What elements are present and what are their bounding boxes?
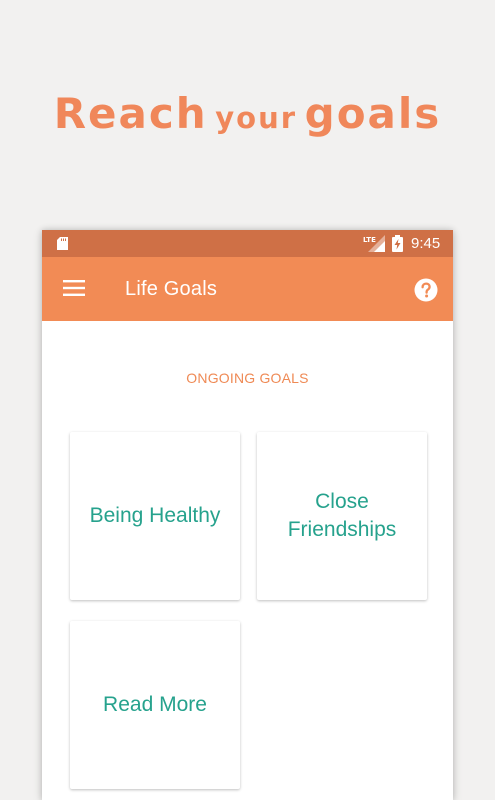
goal-card-label: Close Friendships	[287, 490, 397, 541]
goal-card-label: Read More	[103, 693, 207, 716]
goal-card-read-more[interactable]: Read More	[70, 621, 240, 789]
headline-word-goals: goals	[304, 89, 442, 138]
lte-label: LTE	[363, 236, 376, 244]
status-clock: 9:45	[411, 235, 441, 252]
sd-card-icon	[57, 237, 68, 250]
phone-screen: LTE 9:45 Life Goals ONGOING GOALS Being …	[42, 230, 453, 800]
app-bar: Life Goals	[42, 257, 453, 321]
hamburger-menu-icon[interactable]	[63, 279, 85, 297]
status-bar: LTE 9:45	[42, 230, 453, 257]
battery-charging-icon	[392, 235, 403, 252]
headline-word-your: your	[215, 101, 298, 135]
section-title-ongoing-goals: ONGOING GOALS	[186, 370, 309, 386]
headline-word-reach: Reach	[53, 89, 208, 138]
goal-card-being-healthy[interactable]: Being Healthy	[70, 432, 240, 600]
promo-headline: Reach your goals	[0, 84, 495, 153]
goal-card-close-friendships[interactable]: Close Friendships	[257, 432, 427, 600]
goal-card-label: Being Healthy	[89, 504, 221, 527]
lte-signal-icon: LTE	[363, 235, 385, 252]
app-title: Life Goals	[125, 278, 218, 300]
help-icon[interactable]	[414, 278, 438, 302]
